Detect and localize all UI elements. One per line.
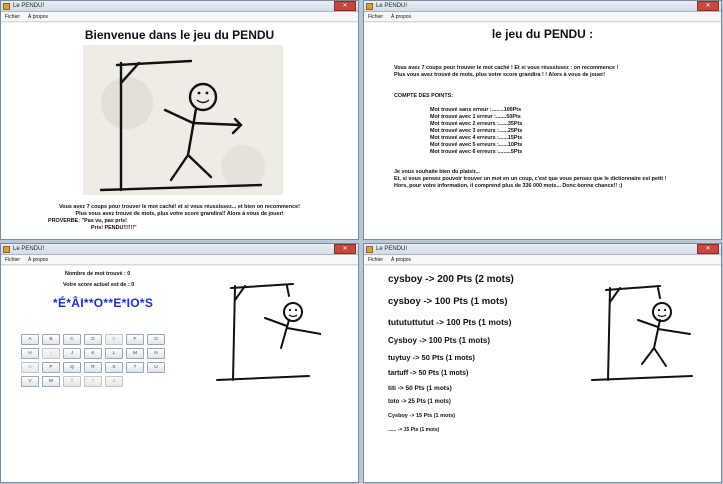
menu-bar: Fichier À propos xyxy=(1,255,358,265)
title-bar[interactable]: Le PENDU! ✕ xyxy=(1,244,358,255)
letter-key-s[interactable]: S xyxy=(105,362,123,373)
score-entry: ...... -> 15 Pts (1 mots) xyxy=(388,427,440,434)
letter-key-e: E xyxy=(105,334,123,345)
menu-bar: Fichier À propos xyxy=(1,12,358,22)
letter-key-q[interactable]: Q xyxy=(63,362,81,373)
letter-key-t[interactable]: T xyxy=(126,362,144,373)
letter-key-r[interactable]: R xyxy=(84,362,102,373)
score-entry: Cysboy -> 100 Pts (1 mots) xyxy=(388,335,491,345)
app-icon xyxy=(366,2,373,10)
points-item: Mot trouvé avec 1 erreur :.......50Pts xyxy=(430,114,521,120)
menu-fichier[interactable]: Fichier xyxy=(368,14,383,20)
game-window: Le PENDU! ✕ Fichier À propos Nombre de m… xyxy=(0,243,359,483)
letter-key-n[interactable]: N xyxy=(147,348,165,359)
letter-key-j[interactable]: J xyxy=(63,348,81,359)
scores-window: Le PENDU! ✕ Fichier À propos cysboy -> 2… xyxy=(363,243,722,483)
letter-key-g[interactable]: G xyxy=(147,334,165,345)
proverb-line-1: PROVERBE: "Pas vu, pas pris! xyxy=(48,218,127,224)
page-title: le jeu du PENDU : xyxy=(491,27,594,41)
rules-outro-2: Et, si vous pensez pouvoir trouver un mo… xyxy=(394,176,667,182)
rules-intro-2: Plus vous avez trouvé de mots, plus votr… xyxy=(394,72,605,78)
score-entry: toto -> 25 Pts (1 mots) xyxy=(388,399,451,406)
letter-key-k[interactable]: K xyxy=(84,348,102,359)
letter-key-x: X xyxy=(63,376,81,387)
title-bar[interactable]: Le PENDU! ✕ xyxy=(1,1,358,12)
score-entry: tutututtutut -> 100 Pts (1 mots) xyxy=(388,316,512,327)
score-entry: cysboy -> 200 Pts (2 mots) xyxy=(388,274,514,285)
score-entry: tuytuy -> 50 Pts (1 mots) xyxy=(388,353,475,363)
menu-bar: Fichier À propos xyxy=(364,12,721,22)
points-item: Mot trouvé avec 4 erreurs :......15Pts xyxy=(430,135,523,141)
hangman-image xyxy=(201,270,321,386)
window-title: Le PENDU! xyxy=(376,3,408,9)
close-button[interactable]: ✕ xyxy=(334,1,356,11)
hangman-image xyxy=(574,272,710,386)
close-button[interactable]: ✕ xyxy=(334,244,356,254)
close-button[interactable]: ✕ xyxy=(697,244,719,254)
masked-word: *É*ÂI**O**E*IO*S xyxy=(53,296,154,310)
letter-key-b[interactable]: B xyxy=(42,334,60,345)
letter-key-z: Z xyxy=(105,376,123,387)
rules-intro-1: Vous avez 7 coups pour trouver le mot ca… xyxy=(394,65,619,71)
letter-key-i: I xyxy=(42,348,60,359)
points-title: COMPTE DES POINTS: xyxy=(394,93,454,99)
letter-key-v[interactable]: V xyxy=(21,376,39,387)
letter-key-a[interactable]: A xyxy=(21,334,39,345)
letter-key-c[interactable]: C xyxy=(63,334,81,345)
rules-window: Le PENDU! ✕ Fichier À propos le jeu du P… xyxy=(363,0,722,240)
window-title: Le PENDU! xyxy=(13,3,45,9)
score-entry: titi -> 50 Pts (1 mots) xyxy=(388,385,452,393)
points-item: Mot trouvé avec 5 erreurs :......10Pts xyxy=(430,142,523,148)
score-entry: Cysboy -> 15 Pts (1 mots) xyxy=(388,413,456,420)
points-list: Mot trouvé sans erreur :........100Pts M… xyxy=(430,107,522,156)
title-bar[interactable]: Le PENDU! ✕ xyxy=(364,244,721,255)
app-icon xyxy=(3,245,10,253)
points-item: Mot trouvé avec 3 erreurs :......25Pts xyxy=(430,128,523,134)
scores-content: cysboy -> 200 Pts (2 mots) cysboy -> 100 … xyxy=(364,266,721,482)
points-item: Mot trouvé avec 2 erreurs :......35Pts xyxy=(430,121,523,127)
game-content: Nombre de mot trouvé : 0 Votre score act… xyxy=(1,266,358,482)
menu-a-propos[interactable]: À propos xyxy=(28,257,48,263)
score-entry: tartuff -> 50 Pts (1 mots) xyxy=(388,369,469,377)
welcome-window: Le PENDU! ✕ Fichier À propos Bienvenue d… xyxy=(0,0,359,240)
rules-content: le jeu du PENDU : Vous avez 7 coups pour… xyxy=(364,23,721,239)
page-title: Bienvenue dans le jeu du PENDU xyxy=(84,28,275,42)
letter-key-l[interactable]: L xyxy=(105,348,123,359)
app-icon xyxy=(3,2,10,10)
rules-outro-1: Je vous souhaite bien du plaisir... xyxy=(394,169,480,175)
letter-key-m[interactable]: M xyxy=(126,348,144,359)
letter-keyboard: ABCDEFG HIJKLMN OPQRSTU VWXYZ xyxy=(21,334,165,387)
title-bar[interactable]: Le PENDU! ✕ xyxy=(364,1,721,12)
welcome-line-2: Plus vous avez trouvé de mots, plus votr… xyxy=(75,211,284,217)
letter-key-o: O xyxy=(21,362,39,373)
menu-fichier[interactable]: Fichier xyxy=(5,14,20,20)
menu-a-propos[interactable]: À propos xyxy=(28,14,48,20)
window-title: Le PENDU! xyxy=(13,246,45,252)
menu-a-propos[interactable]: À propos xyxy=(391,14,411,20)
letter-key-d[interactable]: D xyxy=(84,334,102,345)
letter-key-w[interactable]: W xyxy=(42,376,60,387)
close-button[interactable]: ✕ xyxy=(697,1,719,11)
letter-key-u[interactable]: U xyxy=(147,362,165,373)
menu-fichier[interactable]: Fichier xyxy=(5,257,20,263)
window-title: Le PENDU! xyxy=(376,246,408,252)
proverb-line-2: Pris! PENDU!!!!!!" xyxy=(91,225,137,231)
rules-outro-3: Hors, pour votre information, il compren… xyxy=(394,183,623,189)
menu-a-propos[interactable]: À propos xyxy=(391,257,411,263)
points-item: Mot trouvé avec 6 erreurs :........5Pts xyxy=(430,149,523,155)
points-item: Mot trouvé sans erreur :........100Pts xyxy=(430,107,522,113)
score-entry: cysboy -> 100 Pts (1 mots) xyxy=(388,296,508,307)
letter-key-p[interactable]: P xyxy=(42,362,60,373)
menu-fichier[interactable]: Fichier xyxy=(368,257,383,263)
welcome-content: Bienvenue dans le jeu du PENDU Vous avez… xyxy=(1,23,358,239)
letter-key-f[interactable]: F xyxy=(126,334,144,345)
app-icon xyxy=(366,245,373,253)
hangman-sketch-image xyxy=(83,45,283,195)
welcome-line-1: Vous avez 7 coups pour trouver le mot ca… xyxy=(59,204,300,210)
letter-key-h[interactable]: H xyxy=(21,348,39,359)
letter-key-y: Y xyxy=(84,376,102,387)
found-count-label: Nombre de mot trouvé : 0 xyxy=(65,271,131,277)
score-label: Votre score actuel est de : 0 xyxy=(63,282,135,288)
menu-bar: Fichier À propos xyxy=(364,255,721,265)
